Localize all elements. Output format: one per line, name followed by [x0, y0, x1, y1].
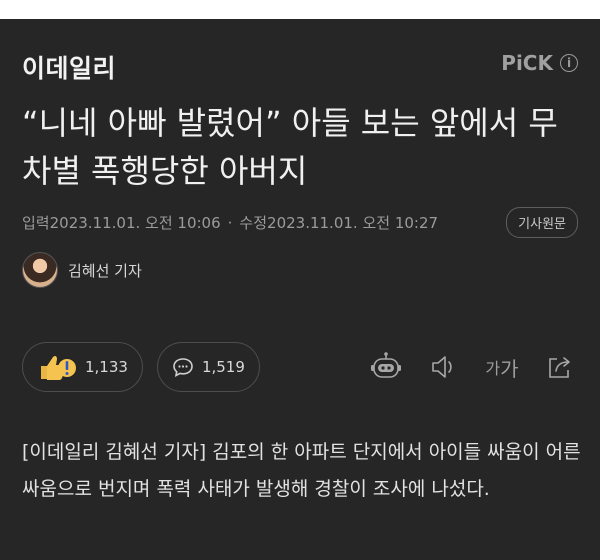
share-button[interactable]: [542, 349, 578, 385]
toolbar: 가가: [368, 349, 578, 385]
share-icon: [549, 357, 570, 378]
pick-badge[interactable]: PiCK i: [501, 51, 578, 75]
info-icon[interactable]: i: [560, 54, 578, 72]
font-size-button[interactable]: 가가: [484, 349, 520, 385]
article-meta: 입력2023.11.01. 오전 10:06 · 수정2023.11.01. 오전 …: [22, 205, 578, 239]
action-bar: 1,133 1,519 가 가: [22, 341, 578, 393]
reaction-emoji-icon: [41, 355, 76, 380]
comment-button[interactable]: 1,519: [156, 342, 260, 392]
comment-icon: [173, 358, 193, 377]
robot-icon: [371, 352, 401, 378]
comment-count: 1,519: [201, 358, 245, 376]
meta-separator: ·: [227, 213, 233, 232]
listen-button[interactable]: [426, 349, 462, 385]
author-avatar[interactable]: [22, 252, 58, 288]
published-date: 2023.11.01. 오전 10:06: [49, 213, 221, 232]
author-name[interactable]: 김혜선 기자: [68, 260, 142, 281]
modified-date: 2023.11.01. 오전 10:27: [267, 213, 439, 232]
pick-label: PiCK: [501, 51, 553, 75]
reaction-count: 1,133: [85, 358, 128, 376]
article-screen: 이데일리 PiCK i “니네 아빠 발렸어” 아들 보는 앞에서 무차별 폭행…: [0, 19, 600, 560]
article-body: [이데일리 김혜선 기자] 김포의 한 아파트 단지에서 아이들 싸움이 어른 …: [22, 441, 581, 500]
press-logo[interactable]: 이데일리: [22, 49, 116, 85]
original-article-button[interactable]: 기사원문: [506, 206, 578, 238]
publish-info: 입력2023.11.01. 오전 10:06 · 수정2023.11.01. 오전 …: [22, 212, 438, 233]
published-label: 입력: [22, 213, 50, 232]
author-row[interactable]: 김혜선 기자: [22, 252, 142, 288]
font-small-label: 가: [485, 359, 501, 378]
reaction-button[interactable]: 1,133: [22, 342, 143, 392]
font-large-label: 가: [500, 356, 519, 381]
article-title: “니네 아빠 발렸어” 아들 보는 앞에서 무차별 폭행당한 아버지: [22, 104, 558, 190]
header: 이데일리 PiCK i: [22, 49, 578, 83]
speaker-icon: [432, 356, 452, 378]
summary-bot-button[interactable]: [368, 349, 404, 385]
modified-label: 수정: [239, 213, 268, 232]
